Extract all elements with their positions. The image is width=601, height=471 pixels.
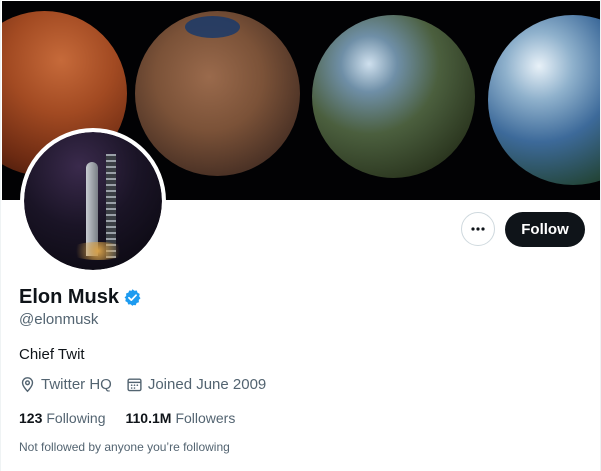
following-count: 123 (19, 410, 43, 426)
launch-pad-glow (68, 242, 128, 260)
follow-button[interactable]: Follow (505, 212, 585, 247)
avatar-image (24, 132, 162, 270)
planet-mars-earthlike (488, 15, 600, 185)
profile-name-row: Elon Musk (19, 286, 142, 309)
profile-handle: @elonmusk (19, 311, 99, 328)
following-label: Following (46, 410, 106, 426)
profile-stats: 123 Following 110.1M Followers (19, 410, 255, 426)
joined-text: Joined June 2009 (147, 376, 267, 393)
verified-badge-icon[interactable] (123, 288, 142, 307)
profile-meta: Twitter HQ Joined June 2009 (19, 376, 280, 393)
calendar-icon (127, 378, 142, 392)
location-text: Twitter HQ (41, 376, 112, 393)
avatar[interactable] (20, 128, 166, 274)
more-icon (471, 227, 485, 231)
follow-button-label: Follow (521, 221, 569, 238)
followers-link[interactable]: 110.1M Followers (126, 410, 236, 426)
more-options-button[interactable] (461, 212, 495, 246)
location-pin-icon (21, 377, 34, 393)
profile-bio: Chief Twit (19, 346, 85, 363)
followers-label: Followers (175, 410, 236, 426)
not-followed-notice: Not followed by anyone you’re following (19, 440, 230, 454)
profile-name: Elon Musk (19, 286, 120, 308)
profile-card: Follow Elon Musk @elonmusk Chief Twit Tw… (0, 0, 601, 471)
followers-count: 110.1M (125, 410, 172, 426)
profile-location: Twitter HQ (19, 376, 112, 393)
following-link[interactable]: 123 Following (19, 410, 106, 426)
planet-mars-terraforming (135, 11, 300, 176)
planet-mars-green (312, 15, 475, 178)
profile-joined: Joined June 2009 (126, 376, 266, 393)
